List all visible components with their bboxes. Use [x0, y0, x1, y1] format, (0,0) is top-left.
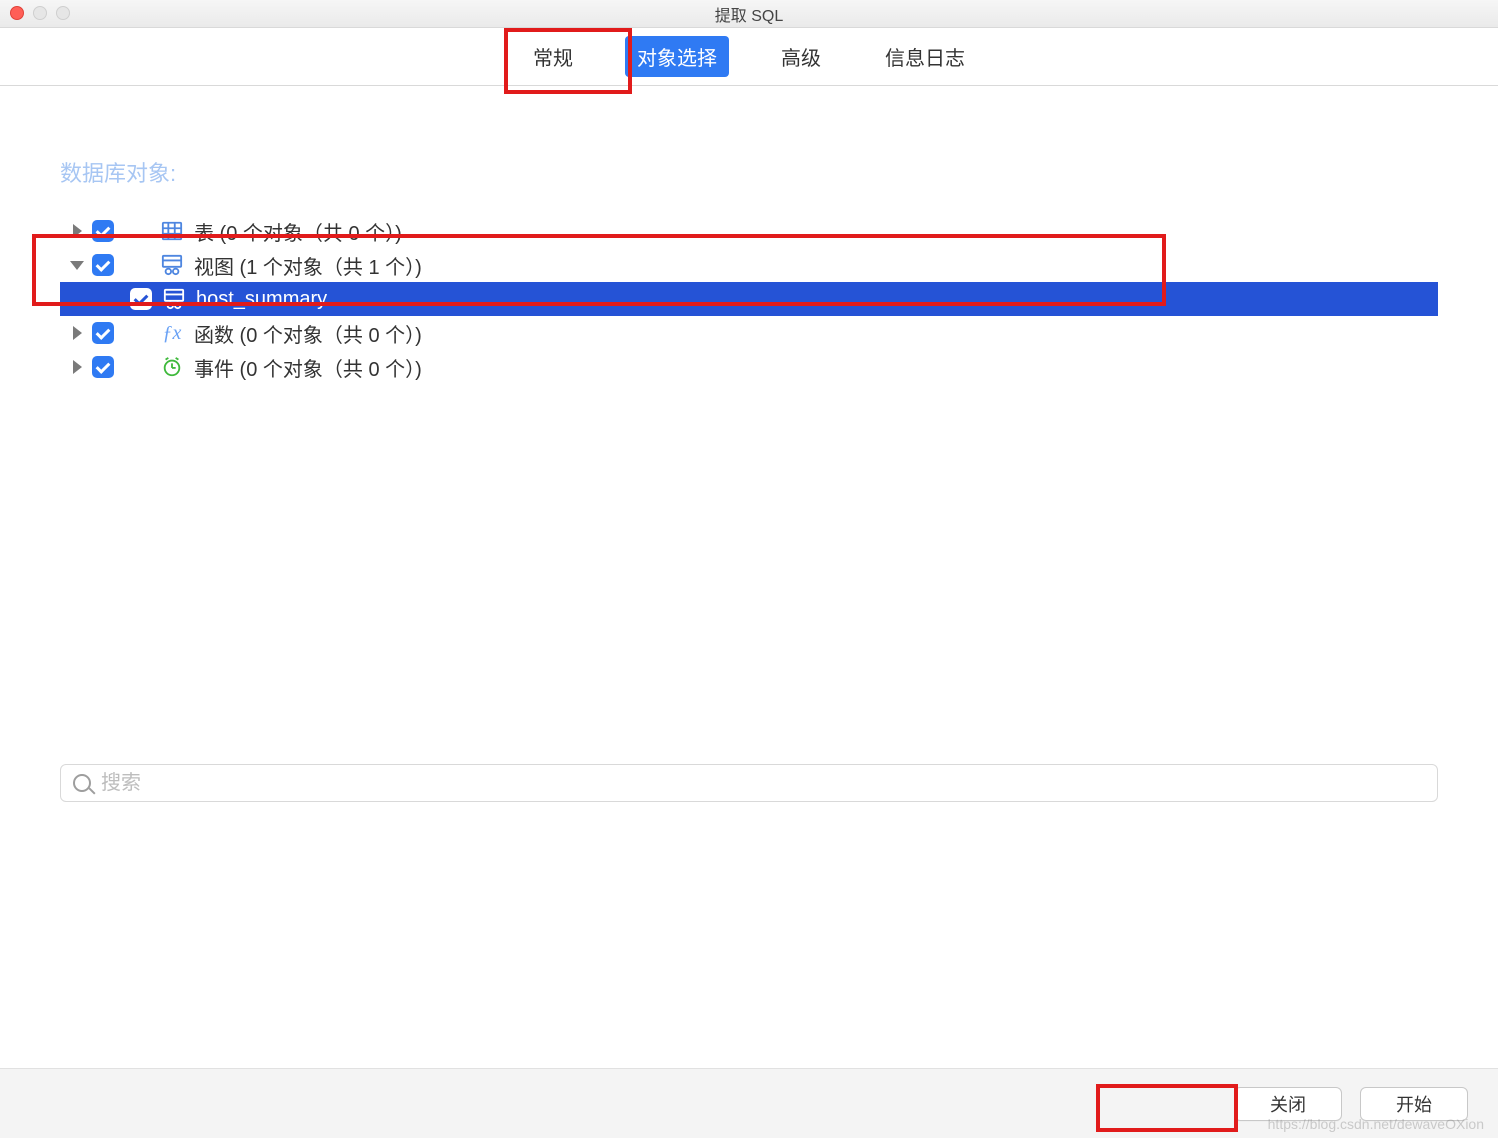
tab-general[interactable]: 常规 [521, 36, 585, 77]
expand-icon[interactable] [70, 261, 84, 270]
content-panel: 数据库对象: 表 (0 个对象（共 0 个）) [0, 86, 1498, 1068]
tree-row-events[interactable]: 事件 (0 个对象（共 0 个）) [60, 350, 1438, 384]
tree-row-label: host_summary [196, 288, 327, 311]
search-box[interactable] [60, 764, 1438, 802]
tree-row-label: 表 (0 个对象（共 0 个）) [194, 217, 402, 246]
tab-bar: 常规 对象选择 高级 信息日志 [0, 28, 1498, 86]
checkbox[interactable] [130, 288, 152, 310]
tree-row-label: 事件 (0 个对象（共 0 个）) [194, 353, 422, 382]
checkbox[interactable] [92, 322, 114, 344]
section-title: 数据库对象: [60, 156, 1438, 188]
view-icon [158, 254, 186, 276]
window-controls [10, 6, 70, 20]
expand-icon[interactable] [70, 360, 84, 374]
close-icon[interactable] [10, 6, 24, 20]
maximize-icon[interactable] [56, 6, 70, 20]
checkbox[interactable] [92, 356, 114, 378]
titlebar: 提取 SQL [0, 0, 1498, 28]
table-icon [158, 220, 186, 242]
tree-row-label: 视图 (1 个对象（共 1 个）) [194, 251, 422, 280]
tab-log[interactable]: 信息日志 [873, 36, 977, 77]
event-icon [158, 356, 186, 378]
object-tree: 表 (0 个对象（共 0 个）) 视图 (1 个对象（共 1 个）) [60, 214, 1438, 384]
tree-row-tables[interactable]: 表 (0 个对象（共 0 个）) [60, 214, 1438, 248]
tree-row-functions[interactable]: ƒx 函数 (0 个对象（共 0 个）) [60, 316, 1438, 350]
window-title: 提取 SQL [715, 2, 783, 26]
search-icon [73, 774, 91, 792]
expand-icon[interactable] [70, 326, 84, 340]
tree-row-host-summary[interactable]: host_summary [60, 282, 1438, 316]
tab-advanced[interactable]: 高级 [769, 36, 833, 77]
tree-row-views[interactable]: 视图 (1 个对象（共 1 个）) [60, 248, 1438, 282]
watermark: https://blog.csdn.net/dewaveOXion [1268, 1116, 1484, 1132]
expand-icon[interactable] [70, 224, 84, 238]
checkbox[interactable] [92, 254, 114, 276]
view-icon [160, 288, 188, 310]
checkbox[interactable] [92, 220, 114, 242]
tab-object-select[interactable]: 对象选择 [625, 36, 729, 77]
search-input[interactable] [101, 772, 1425, 795]
tree-row-label: 函数 (0 个对象（共 0 个）) [194, 319, 422, 348]
minimize-icon[interactable] [33, 6, 47, 20]
function-icon: ƒx [158, 322, 186, 345]
